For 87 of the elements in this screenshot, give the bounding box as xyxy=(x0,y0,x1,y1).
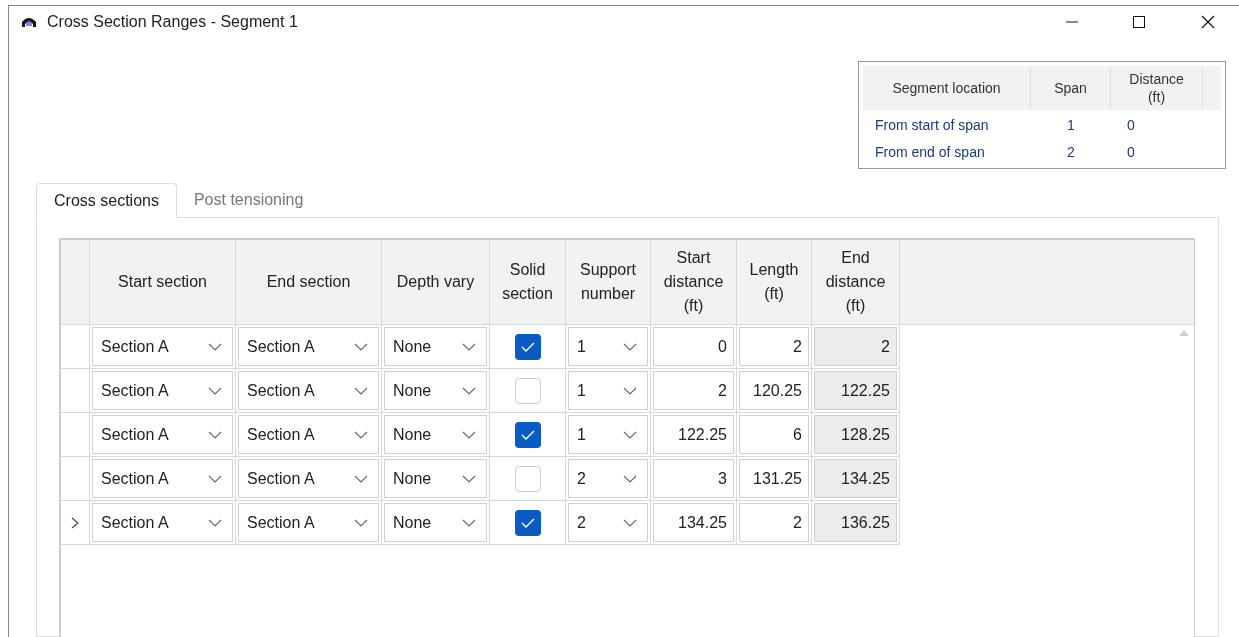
dropdown-chevron-icon xyxy=(462,518,476,527)
number-field[interactable]: 120.25 xyxy=(739,371,809,410)
dropdown-chevron-icon xyxy=(623,430,637,439)
dropdown-chevron-icon xyxy=(462,386,476,395)
dropdown-field[interactable]: None xyxy=(384,371,487,410)
checkbox[interactable] xyxy=(514,421,541,448)
table-cell: 134.25 xyxy=(814,459,897,498)
checkbox[interactable] xyxy=(514,333,541,360)
column-header: Span xyxy=(1031,66,1111,110)
dropdown-chevron-icon xyxy=(623,342,637,351)
table-cell-text: 2 xyxy=(1067,143,1075,162)
dropdown-chevron-icon xyxy=(462,430,476,439)
dropdown-chevron-icon xyxy=(208,474,222,483)
checkmark-icon xyxy=(520,341,535,352)
scroll-up-icon[interactable] xyxy=(1178,329,1190,337)
dropdown-field[interactable]: Section A xyxy=(238,459,379,498)
column-header: Segment location xyxy=(863,66,1031,110)
column-header: Length (ft) xyxy=(737,240,812,324)
bridge-icon xyxy=(21,15,37,28)
dropdown-field[interactable]: 2 xyxy=(568,459,648,498)
dropdown-field[interactable]: Section A xyxy=(238,371,379,410)
table-cell: 122.25 xyxy=(814,371,897,410)
dropdown-chevron-icon xyxy=(354,386,368,395)
tab[interactable]: Cross sections xyxy=(36,183,177,218)
maximize-icon[interactable] xyxy=(1132,14,1146,29)
checkmark-icon xyxy=(520,429,535,440)
window-title: Cross Section Ranges - Segment 1 xyxy=(47,11,298,32)
dropdown-field[interactable]: Section A xyxy=(238,327,379,366)
dropdown-chevron-icon xyxy=(208,342,222,351)
number-field[interactable]: 131.25 xyxy=(739,459,809,498)
dropdown-field[interactable]: None xyxy=(384,415,487,454)
dropdown-field[interactable]: 1 xyxy=(568,415,648,454)
number-field[interactable]: 2 xyxy=(653,371,734,410)
dropdown-chevron-icon xyxy=(354,474,368,483)
dropdown-field[interactable]: 1 xyxy=(568,371,648,410)
table-cell-text: 1 xyxy=(1067,116,1075,135)
dropdown-field[interactable]: Section A xyxy=(238,503,379,542)
dropdown-chevron-icon xyxy=(623,474,637,483)
dropdown-chevron-icon xyxy=(208,430,222,439)
number-field[interactable]: 6 xyxy=(739,415,809,454)
table-cell-text: 0 xyxy=(1127,143,1135,162)
column-header: End section xyxy=(236,240,382,324)
dropdown-chevron-icon xyxy=(354,518,368,527)
number-field[interactable]: 2 xyxy=(739,503,809,542)
dropdown-chevron-icon xyxy=(462,342,476,351)
table-cell: 136.25 xyxy=(814,503,897,542)
number-field[interactable]: 3 xyxy=(653,459,734,498)
checkbox[interactable] xyxy=(514,465,541,492)
number-field[interactable]: 0 xyxy=(653,327,734,366)
column-header: Depth vary xyxy=(382,240,490,324)
column-header: Support number xyxy=(566,240,651,324)
table-cell: 128.25 xyxy=(814,415,897,454)
dropdown-field[interactable]: None xyxy=(384,503,487,542)
dropdown-field[interactable]: 2 xyxy=(568,503,648,542)
dropdown-field[interactable]: Section A xyxy=(92,459,233,498)
column-header: End distance (ft) xyxy=(812,240,900,324)
dropdown-field[interactable]: Section A xyxy=(92,327,233,366)
dropdown-field[interactable]: Section A xyxy=(92,503,233,542)
dropdown-field[interactable]: 1 xyxy=(568,327,648,366)
checkbox[interactable] xyxy=(514,377,541,404)
dropdown-chevron-icon xyxy=(462,474,476,483)
dropdown-field[interactable]: Section A xyxy=(92,415,233,454)
dropdown-chevron-icon xyxy=(208,386,222,395)
number-field[interactable]: 2 xyxy=(739,327,809,366)
table-cell: 2 xyxy=(814,327,897,366)
number-field[interactable]: 122.25 xyxy=(653,415,734,454)
dropdown-field[interactable]: None xyxy=(384,327,487,366)
column-header: Distance (ft) xyxy=(1111,66,1203,110)
number-field[interactable]: 134.25 xyxy=(653,503,734,542)
column-header: Start section xyxy=(90,240,236,324)
dropdown-field[interactable]: Section A xyxy=(92,371,233,410)
column-header: Start distance (ft) xyxy=(651,240,737,324)
dropdown-chevron-icon xyxy=(354,342,368,351)
table-cell-text: 0 xyxy=(1127,116,1135,135)
dropdown-chevron-icon xyxy=(623,518,637,527)
checkbox[interactable] xyxy=(514,509,541,536)
table-cell-text: From end of span xyxy=(875,143,985,162)
column-header: Solid section xyxy=(490,240,566,324)
dropdown-chevron-icon xyxy=(208,518,222,527)
dropdown-chevron-icon xyxy=(623,386,637,395)
table-cell-text: From start of span xyxy=(875,116,989,135)
dropdown-field[interactable]: None xyxy=(384,459,487,498)
close-icon[interactable] xyxy=(1201,14,1215,29)
tab[interactable]: Post tensioning xyxy=(176,183,321,217)
dropdown-chevron-icon xyxy=(354,430,368,439)
checkmark-icon xyxy=(520,517,535,528)
dropdown-field[interactable]: Section A xyxy=(238,415,379,454)
